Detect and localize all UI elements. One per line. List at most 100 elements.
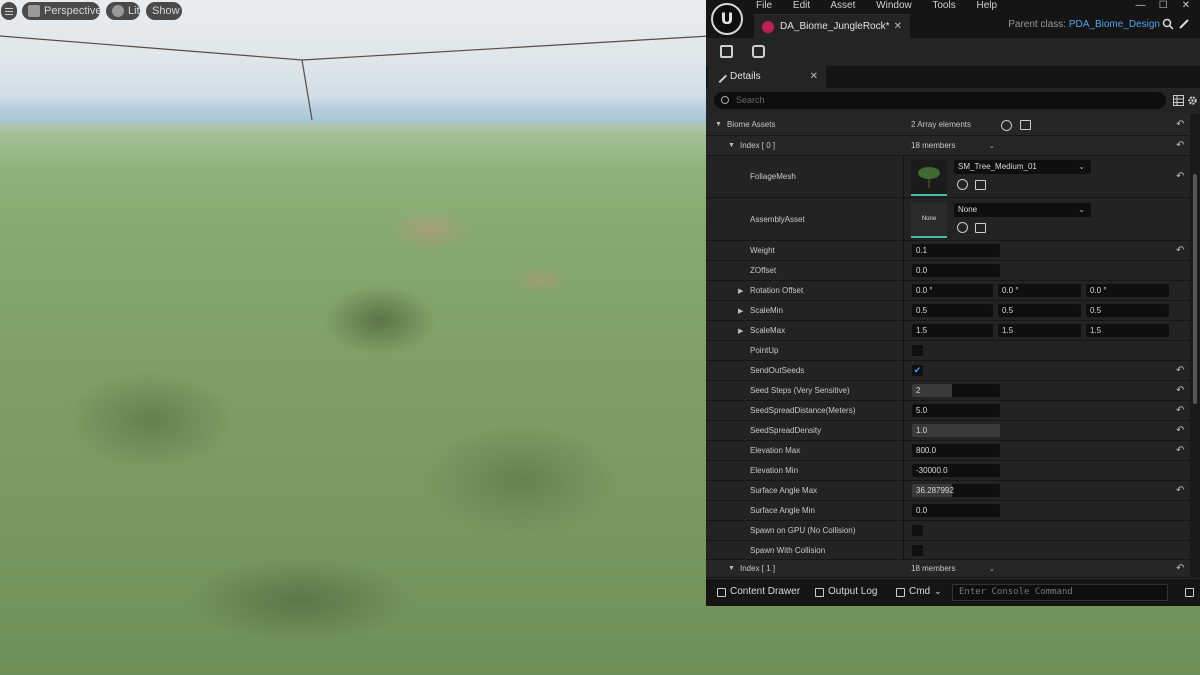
- seed-spread-distance-input[interactable]: 5.0: [912, 404, 1000, 417]
- reset-icon[interactable]: ↶: [1176, 365, 1184, 376]
- assembly-asset-value: None: [958, 205, 978, 214]
- unreal-logo-icon[interactable]: U: [711, 3, 743, 35]
- elevation-min-input[interactable]: -30000.0: [912, 464, 1000, 477]
- show-button[interactable]: Show: [146, 2, 182, 20]
- table-view-icon[interactable]: [1173, 95, 1184, 106]
- chevron-down-icon[interactable]: ⌄: [989, 142, 995, 150]
- settings-gear-icon[interactable]: [1187, 95, 1198, 106]
- menu-tools[interactable]: Tools: [932, 0, 955, 11]
- content-drawer-icon: [717, 588, 726, 597]
- menu-help[interactable]: Help: [977, 0, 998, 11]
- assembly-asset-combo[interactable]: None ⌄: [954, 203, 1091, 217]
- status-bar: Content Drawer Output Log Cmd ⌄ Enter Co…: [706, 578, 1200, 606]
- content-drawer-button[interactable]: Content Drawer: [730, 586, 800, 597]
- browse-search-icon[interactable]: [1162, 18, 1174, 30]
- browse-icon[interactable]: [975, 223, 986, 233]
- spawn-on-gpu-checkbox[interactable]: [912, 525, 923, 536]
- elevation-max-input[interactable]: 800.0: [912, 444, 1000, 457]
- reset-icon[interactable]: ↶: [1176, 425, 1184, 436]
- minimize-button[interactable]: —: [1130, 0, 1150, 11]
- reset-icon[interactable]: ↶: [1176, 385, 1184, 396]
- scale-max-y-input[interactable]: 1.5: [998, 324, 1081, 337]
- browse-asset-icon[interactable]: [752, 45, 765, 58]
- scale-max-z-input[interactable]: 1.5: [1086, 324, 1169, 337]
- spawn-with-collision-checkbox[interactable]: [912, 545, 923, 556]
- scale-max-label: ScaleMax: [750, 326, 786, 335]
- chevron-down-icon[interactable]: ⌄: [934, 586, 942, 597]
- seed-steps-slider[interactable]: 2: [912, 384, 1000, 397]
- index-0-row[interactable]: ▼ Index [ 0 ] 18 members ⌄ ↶: [706, 136, 1190, 156]
- expand-arrow-icon[interactable]: ▼: [728, 565, 735, 572]
- column-divider: [903, 441, 904, 460]
- document-tab[interactable]: DA_Biome_JungleRock* ✕: [754, 14, 910, 38]
- delete-all-icon[interactable]: [1020, 120, 1031, 130]
- edit-parent-icon[interactable]: [1178, 18, 1190, 30]
- reset-icon[interactable]: ↶: [1176, 245, 1184, 256]
- scale-max-x-input[interactable]: 1.5: [912, 324, 993, 337]
- reset-icon[interactable]: ↶: [1176, 563, 1184, 574]
- expand-arrow-icon[interactable]: ▶: [738, 287, 743, 295]
- index-1-row[interactable]: ▼ Index [ 1 ] 18 members ⌄ ↶: [706, 560, 1190, 578]
- menu-file[interactable]: File: [756, 0, 772, 11]
- output-log-button[interactable]: Output Log: [828, 586, 877, 597]
- mesh-thumbnail[interactable]: [911, 160, 947, 196]
- close-window-button[interactable]: ✕: [1176, 0, 1196, 11]
- weight-input[interactable]: 0.1: [912, 244, 1000, 257]
- seed-steps-label: Seed Steps (Very Sensitive): [750, 386, 850, 395]
- use-selected-icon[interactable]: [957, 179, 968, 190]
- foliage-mesh-combo[interactable]: SM_Tree_Medium_01 ⌄: [954, 160, 1091, 174]
- close-details-icon[interactable]: ✕: [810, 66, 818, 87]
- biome-assets-row[interactable]: ▼ Biome Assets 2 Array elements ↶: [706, 114, 1190, 136]
- reset-icon[interactable]: ↶: [1176, 140, 1184, 151]
- details-scrollbar[interactable]: [1190, 114, 1200, 578]
- rotation-z-input[interactable]: 0.0 °: [1086, 284, 1169, 297]
- menu-edit[interactable]: Edit: [793, 0, 810, 11]
- surface-angle-min-input[interactable]: 0.0: [912, 504, 1000, 517]
- cmd-dropdown[interactable]: Cmd: [909, 586, 930, 597]
- reset-icon[interactable]: ↶: [1176, 171, 1184, 182]
- point-up-checkbox[interactable]: [912, 345, 923, 356]
- expand-arrow-icon[interactable]: ▶: [738, 327, 743, 335]
- surface-angle-max-slider[interactable]: 36.287992: [912, 484, 1000, 497]
- source-control-icon[interactable]: [1185, 588, 1194, 597]
- chevron-down-icon[interactable]: ⌄: [989, 565, 995, 573]
- seed-spread-density-slider[interactable]: 1.0: [912, 424, 1000, 437]
- zoffset-row: ZOffset 0.0: [706, 261, 1190, 281]
- rotation-y-input[interactable]: 0.0 °: [998, 284, 1081, 297]
- viewport-options-button[interactable]: [1, 2, 17, 20]
- browse-icon[interactable]: [975, 180, 986, 190]
- scrollbar-thumb[interactable]: [1193, 174, 1197, 404]
- details-search-input[interactable]: Search: [714, 92, 1166, 109]
- maximize-button[interactable]: ☐: [1153, 0, 1173, 11]
- add-element-icon[interactable]: [1001, 120, 1012, 131]
- console-command-input[interactable]: Enter Console Command: [952, 584, 1168, 601]
- reset-icon[interactable]: ↶: [1176, 485, 1184, 496]
- rotation-offset-label: Rotation Offset: [750, 286, 804, 295]
- expand-arrow-icon[interactable]: ▶: [738, 307, 743, 315]
- expand-arrow-icon[interactable]: ▼: [715, 121, 722, 128]
- send-out-seeds-checkbox[interactable]: ✔: [912, 365, 923, 376]
- rotation-x-input[interactable]: 0.0 °: [912, 284, 993, 297]
- output-log-icon: [815, 588, 824, 597]
- menu-window[interactable]: Window: [876, 0, 912, 11]
- reset-icon[interactable]: ↶: [1176, 445, 1184, 456]
- scale-min-z-input[interactable]: 0.5: [1086, 304, 1169, 317]
- seed-spread-density-label: SeedSpreadDensity: [750, 426, 822, 435]
- perspective-button[interactable]: Perspective: [22, 2, 101, 20]
- zoffset-input[interactable]: 0.0: [912, 264, 1000, 277]
- reset-icon[interactable]: ↶: [1176, 405, 1184, 416]
- assembly-asset-label: AssemblyAsset: [750, 215, 805, 224]
- lit-button[interactable]: Lit: [106, 2, 140, 20]
- use-selected-icon[interactable]: [957, 222, 968, 233]
- scale-min-y-input[interactable]: 0.5: [998, 304, 1081, 317]
- menu-asset[interactable]: Asset: [830, 0, 855, 11]
- details-tab[interactable]: Details ✕: [708, 66, 826, 88]
- assembly-thumbnail[interactable]: None: [911, 202, 947, 238]
- save-icon[interactable]: [720, 45, 733, 58]
- parent-class-link[interactable]: PDA_Biome_Design: [1069, 19, 1160, 30]
- scale-min-x-input[interactable]: 0.5: [912, 304, 993, 317]
- expand-arrow-icon[interactable]: ▼: [728, 142, 735, 149]
- column-divider: [903, 481, 904, 500]
- reset-icon[interactable]: ↶: [1176, 119, 1184, 130]
- close-tab-icon[interactable]: ✕: [894, 15, 902, 39]
